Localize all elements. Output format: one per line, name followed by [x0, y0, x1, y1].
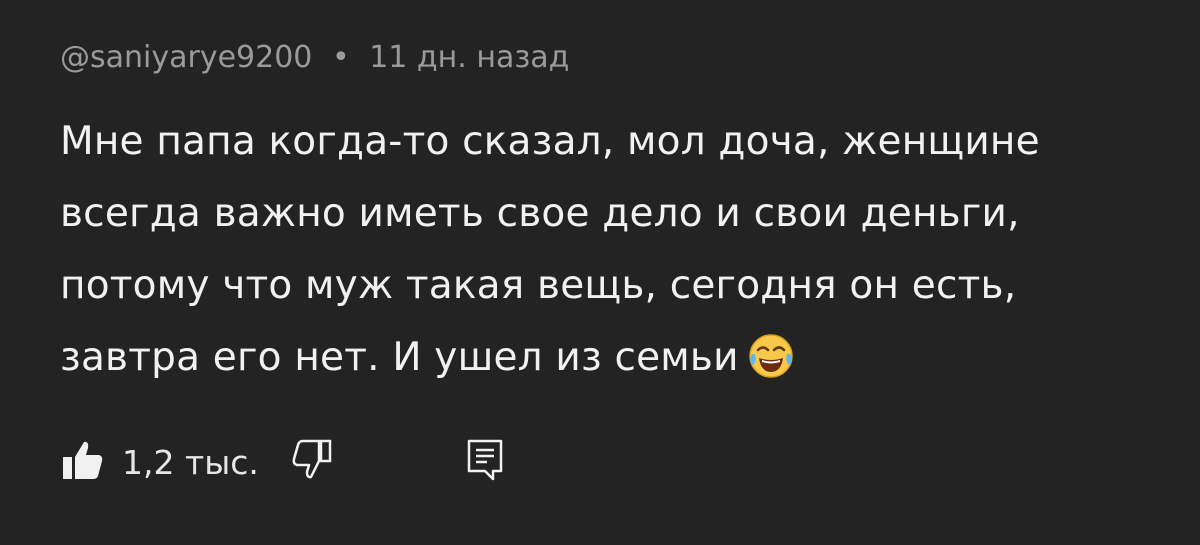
comment-text-line-last: завтра его нет. И ушел из семьи: [60, 322, 1180, 394]
comment-text-line: всегда важно иметь свое дело и свои день…: [60, 191, 1020, 236]
comment-meta: @saniyarye9200 • 11 дн. назад: [60, 36, 1180, 80]
comment-text-fragment: завтра его нет. И ушел из семьи: [60, 335, 739, 380]
comment-text-line: потому что муж такая вещь, сегодня он ес…: [60, 263, 1017, 308]
dislike-button[interactable]: [289, 437, 335, 487]
comment-time[interactable]: 11 дн. назад: [369, 40, 569, 75]
thumbs-down-icon[interactable]: [289, 437, 335, 487]
comment: @saniyarye9200 • 11 дн. назад Мне папа к…: [60, 36, 1180, 394]
face-with-tears-of-joy-icon: [747, 332, 795, 380]
comment-author[interactable]: @saniyarye9200: [60, 40, 312, 75]
like-button[interactable]: 1,2 тыс.: [60, 437, 259, 487]
thumbs-up-icon[interactable]: [60, 437, 106, 487]
reply-button[interactable]: [465, 437, 505, 487]
meta-separator: •: [331, 40, 350, 75]
reply-comment-icon[interactable]: [465, 437, 505, 487]
comment-text: Мне папа когда-то сказал, мол доча, женщ…: [60, 106, 1180, 394]
comment-actions: 1,2 тыс.: [60, 432, 505, 492]
like-count: 1,2 тыс.: [122, 442, 259, 482]
comment-text-line: Мне папа когда-то сказал, мол доча, женщ…: [60, 119, 1040, 164]
